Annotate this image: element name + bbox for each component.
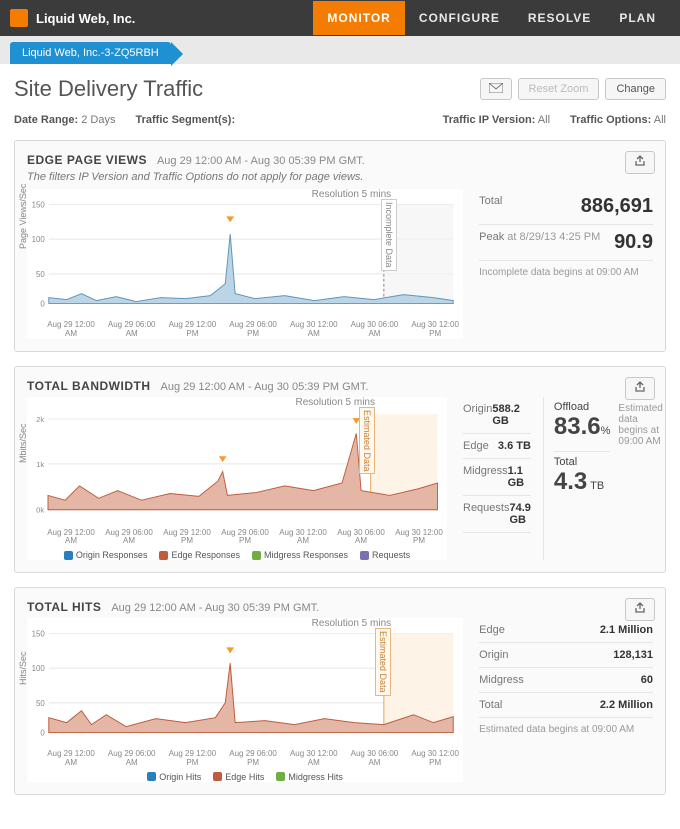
svg-text:50: 50 (36, 699, 45, 708)
edge-value: 3.6 TB (498, 440, 531, 452)
incomplete-footnote: Incomplete data begins at 09:00 AM (479, 261, 653, 278)
estimated-label: Estimated Data (359, 407, 375, 475)
panel-title: EDGE PAGE VIEWS (27, 153, 147, 167)
page-title: Site Delivery Traffic (14, 76, 203, 102)
legend: Origin Hits Edge Hits Midgress Hits (27, 768, 463, 782)
panel-subtitle: Aug 29 12:00 AM - Aug 30 05:39 PM GMT. (111, 602, 319, 614)
x-ticks: Aug 29 12:00 AMAug 29 06:00 AMAug 29 12:… (27, 319, 463, 339)
hits-midgress-value: 60 (641, 674, 653, 686)
peak-value: 90.9 (614, 231, 653, 254)
total-label: Total (479, 195, 502, 218)
panel-total-bandwidth: TOTAL BANDWIDTH Aug 29 12:00 AM - Aug 30… (14, 366, 666, 574)
filter-bar: Date Range: 2 Days Traffic Segment(s): T… (14, 108, 666, 140)
ip-label: Traffic IP Version: (443, 114, 536, 126)
hits-edge-value: 2.1 Million (600, 624, 653, 636)
date-range-label: Date Range: (14, 114, 78, 126)
change-button[interactable]: Change (605, 78, 666, 100)
ip-value: All (538, 114, 550, 126)
svg-text:1k: 1k (36, 459, 44, 468)
total-bandwidth-chart: 2k 1k 0k (27, 397, 447, 527)
brand-icon (10, 9, 28, 27)
panel-title: TOTAL BANDWIDTH (27, 379, 151, 393)
stats-pane: Total886,691 Peak at 8/29/13 4:25 PM90.9… (479, 189, 653, 339)
chart-area[interactable]: Resolution 5 mins Estimated Data Hits/Se… (27, 618, 463, 782)
offload-value: 83.6 (554, 413, 601, 440)
svg-text:50: 50 (36, 270, 45, 279)
share-button[interactable] (625, 377, 655, 400)
page: Site Delivery Traffic Reset Zoom Change … (0, 64, 680, 829)
panel-edge-page-views: EDGE PAGE VIEWS Aug 29 12:00 AM - Aug 30… (14, 140, 666, 352)
panel-note: The filters IP Version and Traffic Optio… (27, 171, 653, 183)
share-icon (634, 381, 646, 393)
svg-text:100: 100 (32, 235, 46, 244)
hits-origin-value: 128,131 (613, 649, 653, 661)
svg-text:100: 100 (32, 664, 46, 673)
peak-label: Peak (479, 231, 504, 243)
share-button[interactable] (625, 598, 655, 621)
y-axis-label: Hits/Sec (18, 651, 28, 685)
chart-area[interactable]: Resolution 5 mins Incomplete Data Page V… (27, 189, 463, 339)
svg-text:0: 0 (40, 300, 45, 309)
mail-button[interactable] (480, 78, 512, 100)
svg-text:150: 150 (32, 200, 46, 209)
nav-resolve[interactable]: RESOLVE (514, 1, 605, 35)
total-value: 886,691 (581, 195, 653, 218)
svg-text:150: 150 (32, 630, 46, 639)
brand: Liquid Web, Inc. (10, 9, 135, 27)
share-icon (634, 602, 646, 614)
panel-total-hits: TOTAL HITS Aug 29 12:00 AM - Aug 30 05:3… (14, 587, 666, 795)
top-nav: MONITOR CONFIGURE RESOLVE PLAN (313, 1, 670, 35)
mail-icon (489, 83, 503, 93)
legend: Origin Responses Edge Responses Midgress… (27, 546, 447, 560)
incomplete-label: Incomplete Data (381, 199, 397, 271)
edge-page-views-chart: 150 100 50 0 (27, 189, 463, 319)
midgress-value: 1.1 GB (508, 465, 531, 489)
hits-total-value: 2.2 Million (600, 699, 653, 711)
stats-pane: Origin588.2 GB Edge3.6 TB Midgress1.1 GB… (463, 397, 653, 561)
reset-zoom-button[interactable]: Reset Zoom (518, 78, 600, 100)
share-button[interactable] (625, 151, 655, 174)
y-axis-label: Mbits/Sec (18, 424, 28, 464)
brand-label: Liquid Web, Inc. (36, 11, 135, 26)
segments-label: Traffic Segment(s): (136, 114, 236, 126)
nav-monitor[interactable]: MONITOR (313, 1, 404, 35)
total-hits-chart: 150 100 50 0 (27, 618, 463, 748)
svg-text:0k: 0k (36, 505, 44, 514)
y-axis-label: Page Views/Sec (18, 183, 28, 248)
opts-value: All (654, 114, 666, 126)
peak-time: 8/29/13 4:25 PM (520, 231, 601, 243)
resolution-badge: Resolution 5 mins (312, 189, 391, 200)
panel-subtitle: Aug 29 12:00 AM - Aug 30 05:39 PM GMT. (157, 155, 365, 167)
page-head: Site Delivery Traffic Reset Zoom Change (14, 76, 666, 102)
estimated-label: Estimated Data (375, 628, 391, 696)
context-tab[interactable]: Liquid Web, Inc.-3-ZQ5RBH (10, 42, 171, 64)
opts-label: Traffic Options: (570, 114, 651, 126)
svg-text:2k: 2k (36, 415, 44, 424)
panel-title: TOTAL HITS (27, 600, 101, 614)
chart-area[interactable]: Resolution 5 mins Estimated Data Mbits/S… (27, 397, 447, 561)
bw-total-value: 4.3 (554, 468, 587, 495)
estimated-footnote: Estimated data begins at 09:00 AM (479, 718, 653, 735)
subtabs: Liquid Web, Inc.-3-ZQ5RBH (0, 36, 680, 64)
origin-value: 588.2 GB (492, 403, 531, 427)
x-ticks: Aug 29 12:00 AMAug 29 06:00 AMAug 29 12:… (27, 527, 447, 547)
date-range-value: 2 Days (81, 114, 115, 126)
svg-text:0: 0 (40, 729, 45, 738)
share-icon (634, 155, 646, 167)
estimated-footnote: Estimated data begins at 09:00 AM (618, 397, 662, 561)
stats-pane: Edge2.1 Million Origin128,131 Midgress60… (479, 618, 653, 782)
x-ticks: Aug 29 12:00 AMAug 29 06:00 AMAug 29 12:… (27, 748, 463, 768)
nav-plan[interactable]: PLAN (605, 1, 670, 35)
requests-value: 74.9 GB (509, 502, 530, 526)
panel-subtitle: Aug 29 12:00 AM - Aug 30 05:39 PM GMT. (161, 381, 369, 393)
nav-configure[interactable]: CONFIGURE (405, 1, 514, 35)
topbar: Liquid Web, Inc. MONITOR CONFIGURE RESOL… (0, 0, 680, 36)
